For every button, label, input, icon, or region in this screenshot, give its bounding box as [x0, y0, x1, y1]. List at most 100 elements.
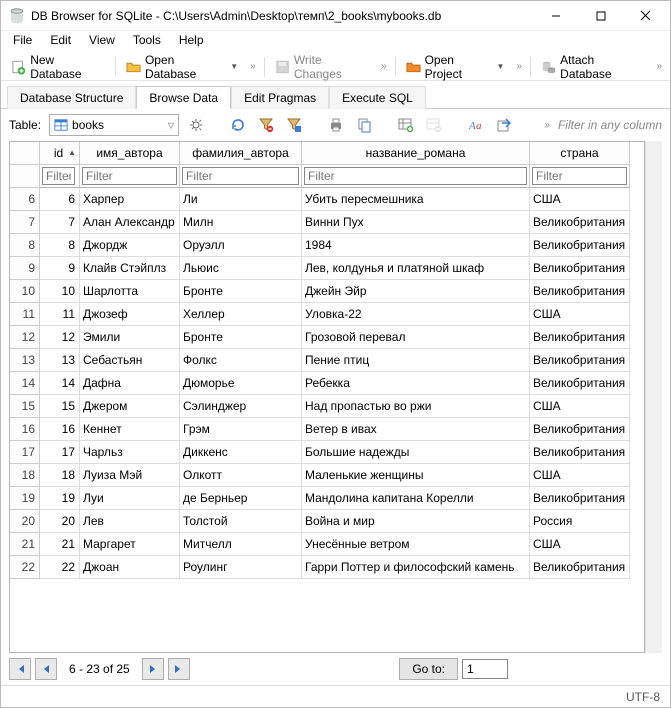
column-header-id[interactable]: id▲: [40, 142, 80, 165]
cell-first-name[interactable]: Дафна: [80, 372, 180, 395]
table-row[interactable]: 88ДжорджОруэлл1984Великобритания: [10, 234, 644, 257]
cell-first-name[interactable]: Харпер: [80, 188, 180, 211]
save-filter-button[interactable]: [283, 114, 305, 136]
cell-title[interactable]: Убить пересмешника: [302, 188, 530, 211]
toolbar-overflow-3[interactable]: »: [512, 61, 526, 72]
page-next-button[interactable]: [142, 658, 164, 680]
row-number[interactable]: 9: [10, 257, 40, 280]
tab-edit-pragmas[interactable]: Edit Pragmas: [231, 86, 329, 109]
delete-record-button[interactable]: [423, 114, 445, 136]
cell-id[interactable]: 19: [40, 487, 80, 510]
refresh-button[interactable]: [227, 114, 249, 136]
table-row[interactable]: 99Клайв СтэйплзЛьюисЛев, колдунья и плат…: [10, 257, 644, 280]
open-database-button[interactable]: Open Database ▼: [120, 56, 244, 78]
cell-country[interactable]: Великобритания: [530, 372, 630, 395]
table-row[interactable]: 1818Луиза МэйОлкоттМаленькие женщиныСША: [10, 464, 644, 487]
cell-first-name[interactable]: Себастьян: [80, 349, 180, 372]
table-row[interactable]: 1212ЭмилиБронтеГрозовой перевалВеликобри…: [10, 326, 644, 349]
new-database-button[interactable]: New Database: [5, 56, 111, 78]
table-row[interactable]: 2121МаргаретМитчеллУнесённые ветромСША: [10, 533, 644, 556]
cell-first-name[interactable]: Кеннет: [80, 418, 180, 441]
cell-id[interactable]: 14: [40, 372, 80, 395]
menu-file[interactable]: File: [5, 31, 40, 53]
row-number[interactable]: 18: [10, 464, 40, 487]
cell-country[interactable]: США: [530, 303, 630, 326]
print-button[interactable]: [325, 114, 347, 136]
cell-title[interactable]: Мандолина капитана Корелли: [302, 487, 530, 510]
cell-id[interactable]: 9: [40, 257, 80, 280]
toolbar-overflow-1[interactable]: »: [246, 61, 260, 72]
cell-id[interactable]: 16: [40, 418, 80, 441]
cell-title[interactable]: Война и мир: [302, 510, 530, 533]
toolbar-overflow-4[interactable]: »: [652, 61, 666, 72]
goto-button[interactable]: Go to:: [399, 658, 458, 680]
cell-last-name[interactable]: Олкотт: [180, 464, 302, 487]
table-row[interactable]: 1717ЧарльзДиккенсБольшие надеждыВеликобр…: [10, 441, 644, 464]
cell-country[interactable]: США: [530, 395, 630, 418]
cell-country[interactable]: Великобритания: [530, 326, 630, 349]
filter-overflow[interactable]: »: [540, 120, 554, 131]
cell-last-name[interactable]: Диккенс: [180, 441, 302, 464]
cell-country[interactable]: Великобритания: [530, 280, 630, 303]
table-select[interactable]: books ▽: [49, 114, 179, 136]
table-row[interactable]: 1313СебастьянФолксПение птицВеликобритан…: [10, 349, 644, 372]
maximize-button[interactable]: [578, 2, 623, 30]
row-number[interactable]: 17: [10, 441, 40, 464]
filter-title-input[interactable]: [304, 167, 527, 185]
cell-id[interactable]: 22: [40, 556, 80, 579]
cell-title[interactable]: Винни Пух: [302, 211, 530, 234]
cell-country[interactable]: Великобритания: [530, 211, 630, 234]
cell-first-name[interactable]: Джоан: [80, 556, 180, 579]
cell-country[interactable]: Великобритания: [530, 441, 630, 464]
row-number[interactable]: 12: [10, 326, 40, 349]
cell-first-name[interactable]: Луи: [80, 487, 180, 510]
clear-filters-button[interactable]: [255, 114, 277, 136]
toolbar-overflow-2[interactable]: »: [377, 61, 391, 72]
cell-first-name[interactable]: Джордж: [80, 234, 180, 257]
page-last-button[interactable]: [168, 658, 190, 680]
tab-browse-data[interactable]: Browse Data: [136, 86, 231, 109]
row-number[interactable]: 22: [10, 556, 40, 579]
cell-title[interactable]: Большие надежды: [302, 441, 530, 464]
export-button[interactable]: [493, 114, 515, 136]
cell-first-name[interactable]: Шарлотта: [80, 280, 180, 303]
cell-first-name[interactable]: Маргарет: [80, 533, 180, 556]
menu-edit[interactable]: Edit: [42, 31, 79, 53]
cell-title[interactable]: Уловка-22: [302, 303, 530, 326]
row-number[interactable]: 10: [10, 280, 40, 303]
page-prev-button[interactable]: [35, 658, 57, 680]
table-row[interactable]: 1616КеннетГрэмВетер в ивахВеликобритания: [10, 418, 644, 441]
close-button[interactable]: [623, 2, 668, 30]
column-header-country[interactable]: страна: [530, 142, 630, 165]
cell-title[interactable]: Грозовой перевал: [302, 326, 530, 349]
cell-country[interactable]: США: [530, 188, 630, 211]
table-row[interactable]: 2020ЛевТолстойВойна и мирРоссия: [10, 510, 644, 533]
filter-last-name-input[interactable]: [182, 167, 299, 185]
table-row[interactable]: 1010ШарлоттаБронтеДжейн ЭйрВеликобритани…: [10, 280, 644, 303]
row-number[interactable]: 7: [10, 211, 40, 234]
cell-id[interactable]: 18: [40, 464, 80, 487]
row-number[interactable]: 6: [10, 188, 40, 211]
cell-last-name[interactable]: де Берньер: [180, 487, 302, 510]
filter-first-name-input[interactable]: [82, 167, 177, 185]
minimize-button[interactable]: [533, 2, 578, 30]
cell-id[interactable]: 12: [40, 326, 80, 349]
cell-last-name[interactable]: Милн: [180, 211, 302, 234]
cell-title[interactable]: Унесённые ветром: [302, 533, 530, 556]
column-header-last-name[interactable]: фамилия_автора: [180, 142, 302, 165]
new-record-button[interactable]: [395, 114, 417, 136]
table-row[interactable]: 1515ДжеромСэлинджерНад пропастью во ржиС…: [10, 395, 644, 418]
cell-title[interactable]: Маленькие женщины: [302, 464, 530, 487]
copy-button[interactable]: [353, 114, 375, 136]
cell-id[interactable]: 11: [40, 303, 80, 326]
filter-country-input[interactable]: [532, 167, 627, 185]
cell-country[interactable]: США: [530, 464, 630, 487]
row-number[interactable]: 15: [10, 395, 40, 418]
cell-title[interactable]: Пение птиц: [302, 349, 530, 372]
cell-title[interactable]: 1984: [302, 234, 530, 257]
insert-values-button[interactable]: Aa: [465, 114, 487, 136]
row-number[interactable]: 14: [10, 372, 40, 395]
cell-last-name[interactable]: Оруэлл: [180, 234, 302, 257]
cell-country[interactable]: Великобритания: [530, 234, 630, 257]
configure-table-button[interactable]: [185, 114, 207, 136]
